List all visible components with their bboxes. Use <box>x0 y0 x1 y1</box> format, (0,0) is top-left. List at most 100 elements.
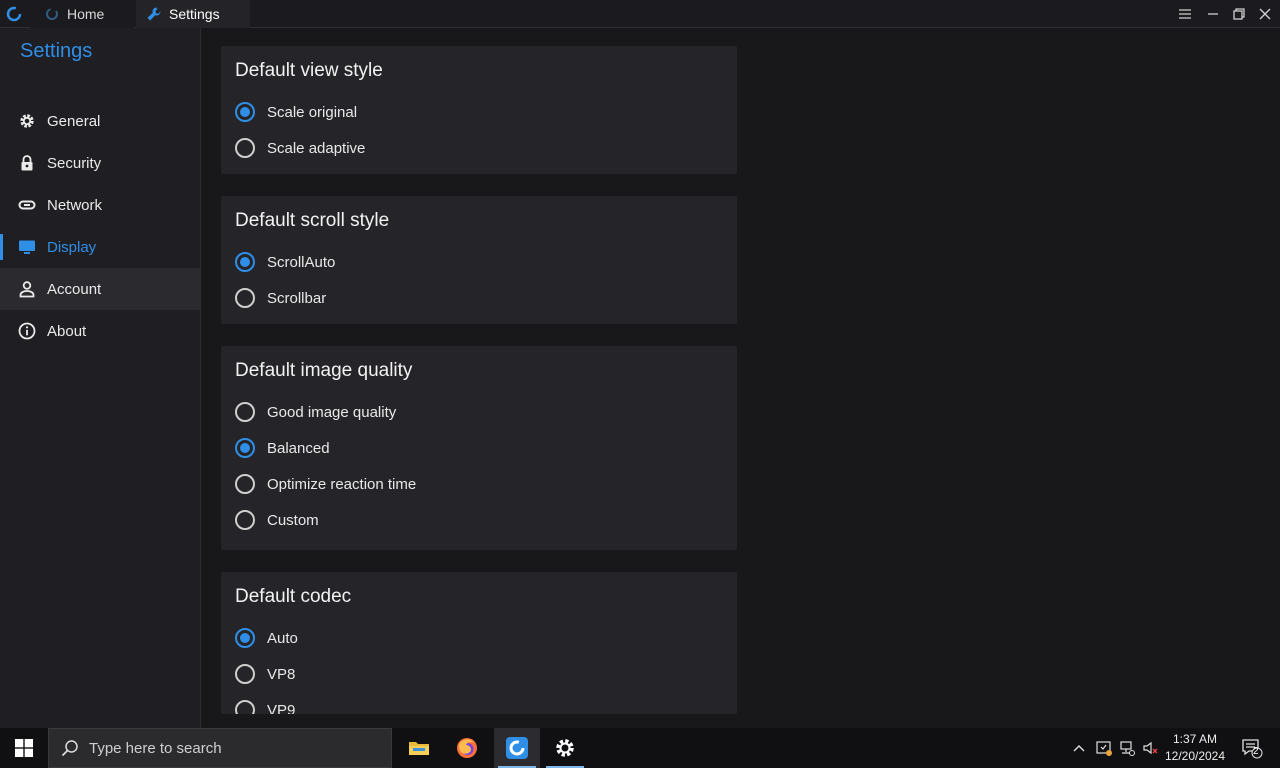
taskbar-clock[interactable]: 1:37 AM 12/20/2024 <box>1160 731 1230 765</box>
close-button[interactable] <box>1252 4 1278 24</box>
radio-label: Scale adaptive <box>267 139 366 157</box>
clock-time: 1:37 AM <box>1172 732 1218 746</box>
radio-button[interactable] <box>235 402 255 422</box>
sidebar-item-network[interactable]: Network <box>0 184 200 226</box>
section-image-quality: Default image quality Good image quality… <box>221 346 737 550</box>
lock-icon <box>18 154 36 172</box>
radio-custom[interactable]: Custom <box>235 508 319 532</box>
menu-button[interactable] <box>1172 4 1198 24</box>
security-alert-icon <box>1096 741 1112 756</box>
taskbar-search-input[interactable]: Type here to search <box>48 728 392 768</box>
notification-count: 2 <box>1253 746 1259 757</box>
radio-vp9[interactable]: VP9 <box>235 698 295 714</box>
sidebar-item-security[interactable]: Security <box>0 142 200 184</box>
radio-button-selected[interactable] <box>235 438 255 458</box>
volume-muted-icon <box>1143 741 1158 755</box>
radio-scale-adaptive[interactable]: Scale adaptive <box>235 136 365 160</box>
sidebar-item-label: General <box>47 112 101 130</box>
section-title: Default scroll style <box>235 210 390 231</box>
tray-app-button[interactable] <box>1094 728 1114 768</box>
section-scroll-style: Default scroll style ScrollAuto Scrollba… <box>221 196 737 324</box>
radio-label: Custom <box>267 511 319 529</box>
title-bar: Home Settings <box>0 0 1280 28</box>
rustdesk-button[interactable] <box>494 728 540 768</box>
gear-icon <box>556 739 574 757</box>
search-placeholder: Type here to search <box>89 739 222 757</box>
radio-button[interactable] <box>235 288 255 308</box>
section-title: Default codec <box>235 586 352 607</box>
wrench-icon <box>146 6 162 22</box>
radio-label: Scale original <box>267 103 358 121</box>
gear-icon <box>18 112 36 130</box>
radio-label: Good image quality <box>267 403 397 421</box>
radio-button[interactable] <box>235 664 255 684</box>
network-icon <box>1120 741 1135 756</box>
radio-label: VP9 <box>267 701 296 715</box>
sidebar: Settings General Security Network Displa… <box>0 28 201 728</box>
windows-icon <box>15 739 33 757</box>
info-icon <box>18 322 36 340</box>
monitor-icon <box>18 238 36 256</box>
folder-icon <box>409 742 429 755</box>
tab-home[interactable]: Home <box>30 0 134 28</box>
firefox-icon <box>457 738 477 758</box>
network-status-button[interactable] <box>1117 728 1137 768</box>
section-title: Default view style <box>235 60 383 81</box>
notifications-button[interactable]: 2 <box>1236 728 1268 768</box>
radio-button-selected[interactable] <box>235 252 255 272</box>
show-hidden-icons-button[interactable] <box>1070 728 1088 768</box>
sidebar-item-label: Display <box>47 238 97 256</box>
link-icon <box>18 196 36 214</box>
radio-vp8[interactable]: VP8 <box>235 662 295 686</box>
sidebar-item-general[interactable]: General <box>0 100 200 142</box>
radio-button-selected[interactable] <box>235 102 255 122</box>
radio-good-image-quality[interactable]: Good image quality <box>235 400 396 424</box>
settings-app-button[interactable] <box>542 728 588 768</box>
radio-balanced[interactable]: Balanced <box>235 436 330 460</box>
radio-button[interactable] <box>235 474 255 494</box>
sidebar-nav: General Security Network Display Account <box>0 100 200 352</box>
tab-settings[interactable]: Settings <box>136 0 250 28</box>
sidebar-item-label: About <box>47 322 87 340</box>
sidebar-title: Settings <box>20 40 93 62</box>
section-codec: Default codec Auto VP8 VP9 <box>221 572 737 714</box>
sidebar-item-about[interactable]: About <box>0 310 200 352</box>
search-icon <box>61 739 79 757</box>
home-icon <box>44 6 60 22</box>
sidebar-item-label: Account <box>47 280 102 298</box>
radio-scale-original[interactable]: Scale original <box>235 100 357 124</box>
tab-label: Settings <box>169 6 220 22</box>
person-icon <box>18 280 36 298</box>
sidebar-item-display[interactable]: Display <box>0 226 200 268</box>
radio-label: Balanced <box>267 439 330 457</box>
file-explorer-button[interactable] <box>396 728 442 768</box>
minimize-button[interactable] <box>1200 4 1226 24</box>
radio-scrollbar[interactable]: Scrollbar <box>235 286 326 310</box>
radio-button[interactable] <box>235 138 255 158</box>
section-view-style: Default view style Scale original Scale … <box>221 46 737 174</box>
settings-content: Default view style Scale original Scale … <box>201 28 1280 728</box>
tab-label: Home <box>67 6 105 22</box>
clock-date: 12/20/2024 <box>1164 749 1226 763</box>
radio-scrollauto[interactable]: ScrollAuto <box>235 250 335 274</box>
radio-auto[interactable]: Auto <box>235 626 298 650</box>
app-icon <box>506 737 528 759</box>
radio-label: VP8 <box>267 665 296 683</box>
radio-button-selected[interactable] <box>235 628 255 648</box>
radio-label: Scrollbar <box>267 289 327 307</box>
sidebar-item-label: Security <box>47 154 102 172</box>
notification-icon <box>1242 739 1263 759</box>
volume-button[interactable] <box>1140 728 1160 768</box>
restore-button[interactable] <box>1226 4 1252 24</box>
firefox-button[interactable] <box>444 728 490 768</box>
sidebar-item-account[interactable]: Account <box>0 268 200 310</box>
start-button[interactable] <box>0 728 48 768</box>
radio-button[interactable] <box>235 510 255 530</box>
taskbar: Type here to search 1:37 AM 12/20/2024 2 <box>0 728 1280 768</box>
section-title: Default image quality <box>235 360 413 381</box>
radio-label: ScrollAuto <box>267 253 336 271</box>
radio-optimize-reaction-time[interactable]: Optimize reaction time <box>235 472 416 496</box>
radio-label: Optimize reaction time <box>267 475 417 493</box>
radio-label: Auto <box>267 629 298 647</box>
radio-button[interactable] <box>235 700 255 714</box>
